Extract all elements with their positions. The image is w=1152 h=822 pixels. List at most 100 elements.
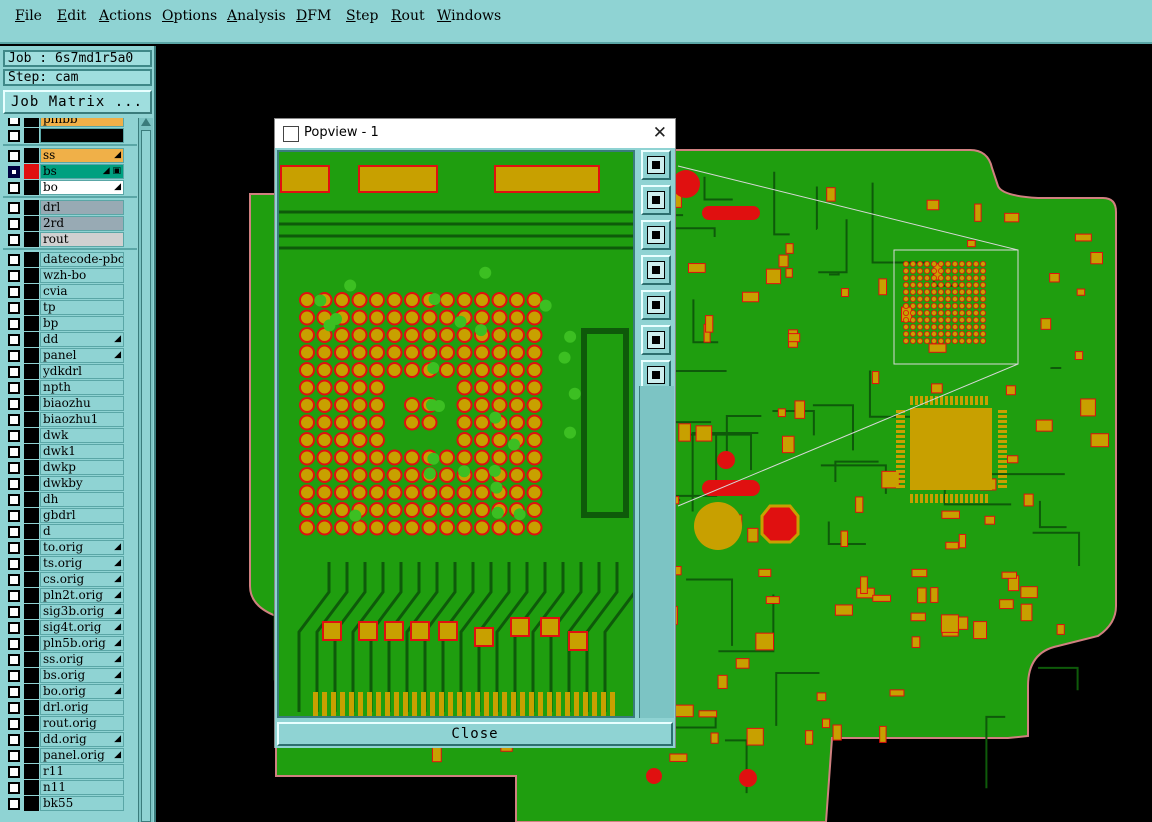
layer-row[interactable]: datecode-pbo [3, 252, 137, 267]
layer-name[interactable]: 2rd [40, 216, 124, 231]
layer-row[interactable]: pln2t.orig ◢ [3, 588, 137, 603]
layer-checkbox[interactable] [8, 702, 20, 714]
layer-checkbox[interactable] [8, 430, 20, 442]
layer-row[interactable]: d [3, 524, 137, 539]
layer-row[interactable]: n11 [3, 780, 137, 795]
layer-row[interactable]: dwk [3, 428, 137, 443]
layer-checkbox[interactable] [8, 622, 20, 634]
layer-row[interactable]: ydkdrl [3, 364, 137, 379]
layer-color-swatch[interactable] [24, 716, 39, 731]
layer-color-swatch[interactable] [24, 604, 39, 619]
layer-row[interactable]: tp [3, 300, 137, 315]
layer-checkbox[interactable] [8, 118, 20, 126]
layer-checkbox[interactable] [8, 462, 20, 474]
layer-checkbox[interactable] [8, 318, 20, 330]
layer-checkbox[interactable] [8, 130, 20, 142]
layer-row[interactable]: drl.orig [3, 700, 137, 715]
layer-checkbox[interactable] [8, 526, 20, 538]
scroll-thumb[interactable] [141, 130, 151, 822]
layer-row[interactable]: gbdrl [3, 508, 137, 523]
layer-color-swatch[interactable] [24, 316, 39, 331]
menu-actions[interactable]: Actions [99, 8, 152, 24]
layer-checkbox[interactable] [8, 270, 20, 282]
layer-name[interactable]: dwkby [40, 476, 124, 491]
layer-color-swatch[interactable] [24, 232, 39, 247]
layer-color-swatch[interactable] [24, 668, 39, 683]
layer-checkbox[interactable] [8, 234, 20, 246]
popview-canvas[interactable] [277, 150, 635, 718]
layer-row[interactable]: ss.orig ◢ [3, 652, 137, 667]
layer-checkbox[interactable] [8, 286, 20, 298]
layer-checkbox[interactable] [8, 782, 20, 794]
layer-color-swatch[interactable] [24, 636, 39, 651]
menu-step[interactable]: Step [346, 8, 378, 24]
zoom-in-button[interactable] [641, 325, 671, 355]
layer-color-swatch[interactable] [24, 444, 39, 459]
layer-list-scrollbar[interactable] [138, 118, 153, 822]
layer-color-swatch[interactable] [24, 128, 39, 143]
layer-checkbox[interactable] [8, 218, 20, 230]
layer-checkbox[interactable] [8, 638, 20, 650]
layer-checkbox[interactable] [8, 150, 20, 162]
layer-color-swatch[interactable] [24, 524, 39, 539]
layer-row[interactable]: bo ◢ [3, 180, 137, 195]
layer-row[interactable]: ss.etch [3, 128, 137, 143]
layer-name[interactable]: panel ◢ [40, 348, 124, 363]
layer-color-swatch[interactable] [24, 764, 39, 779]
layer-checkbox[interactable] [8, 366, 20, 378]
layer-checkbox[interactable] [8, 766, 20, 778]
layer-name[interactable]: sig3b.orig ◢ [40, 604, 124, 619]
layer-row[interactable]: bs ◢ ▣ [3, 164, 137, 179]
layer-name[interactable]: bo ◢ [40, 180, 124, 195]
layer-color-swatch[interactable] [24, 508, 39, 523]
menu-windows[interactable]: Windows [437, 8, 501, 24]
layer-checkbox[interactable] [8, 606, 20, 618]
layer-row[interactable]: bs.orig ◢ [3, 668, 137, 683]
layer-color-swatch[interactable] [24, 588, 39, 603]
layer-row[interactable]: ss ◢ [3, 148, 137, 163]
layer-color-swatch[interactable] [24, 396, 39, 411]
layer-color-swatch[interactable] [24, 148, 39, 163]
menu-dfm[interactable]: DFM [296, 8, 331, 24]
layer-color-swatch[interactable] [24, 732, 39, 747]
layer-row[interactable]: drl [3, 200, 137, 215]
layer-checkbox[interactable] [8, 398, 20, 410]
layer-name[interactable]: bp [40, 316, 124, 331]
layer-row[interactable]: wzh-bo [3, 268, 137, 283]
layer-name[interactable]: ts.orig ◢ [40, 556, 124, 571]
layer-row[interactable]: to.orig ◢ [3, 540, 137, 555]
layer-name[interactable]: biaozhu [40, 396, 124, 411]
layer-row[interactable]: bp [3, 316, 137, 331]
layer-name[interactable]: datecode-pbo [40, 252, 124, 267]
close-button[interactable]: Close [277, 722, 673, 746]
layer-checkbox[interactable] [8, 686, 20, 698]
layer-row[interactable]: rout [3, 232, 137, 247]
layer-color-swatch[interactable] [24, 380, 39, 395]
layer-row[interactable]: biaozhu1 [3, 412, 137, 427]
layer-name[interactable]: d [40, 524, 124, 539]
layer-checkbox[interactable] [8, 654, 20, 666]
layer-checkbox[interactable] [8, 734, 20, 746]
layer-row[interactable]: ts.orig ◢ [3, 556, 137, 571]
layer-color-swatch[interactable] [24, 412, 39, 427]
pan-down-button[interactable] [641, 220, 671, 250]
layer-name[interactable]: dwk1 [40, 444, 124, 459]
layer-name[interactable]: rout.orig [40, 716, 124, 731]
layer-color-swatch[interactable] [24, 364, 39, 379]
layer-name[interactable]: to.orig ◢ [40, 540, 124, 555]
layer-name[interactable]: plnbb [40, 118, 124, 127]
pan-right-button[interactable] [641, 290, 671, 320]
layer-color-swatch[interactable] [24, 620, 39, 635]
layer-name[interactable]: biaozhu1 [40, 412, 124, 427]
layer-color-swatch[interactable] [24, 684, 39, 699]
layer-color-swatch[interactable] [24, 284, 39, 299]
layer-checkbox[interactable] [8, 558, 20, 570]
layer-row[interactable]: sig3b.orig ◢ [3, 604, 137, 619]
layer-name[interactable]: bk55 [40, 796, 124, 811]
layer-checkbox[interactable] [8, 446, 20, 458]
layer-checkbox[interactable] [8, 670, 20, 682]
layer-checkbox[interactable] [8, 510, 20, 522]
layer-color-swatch[interactable] [24, 540, 39, 555]
layer-checkbox[interactable] [8, 478, 20, 490]
layer-name[interactable]: wzh-bo [40, 268, 124, 283]
